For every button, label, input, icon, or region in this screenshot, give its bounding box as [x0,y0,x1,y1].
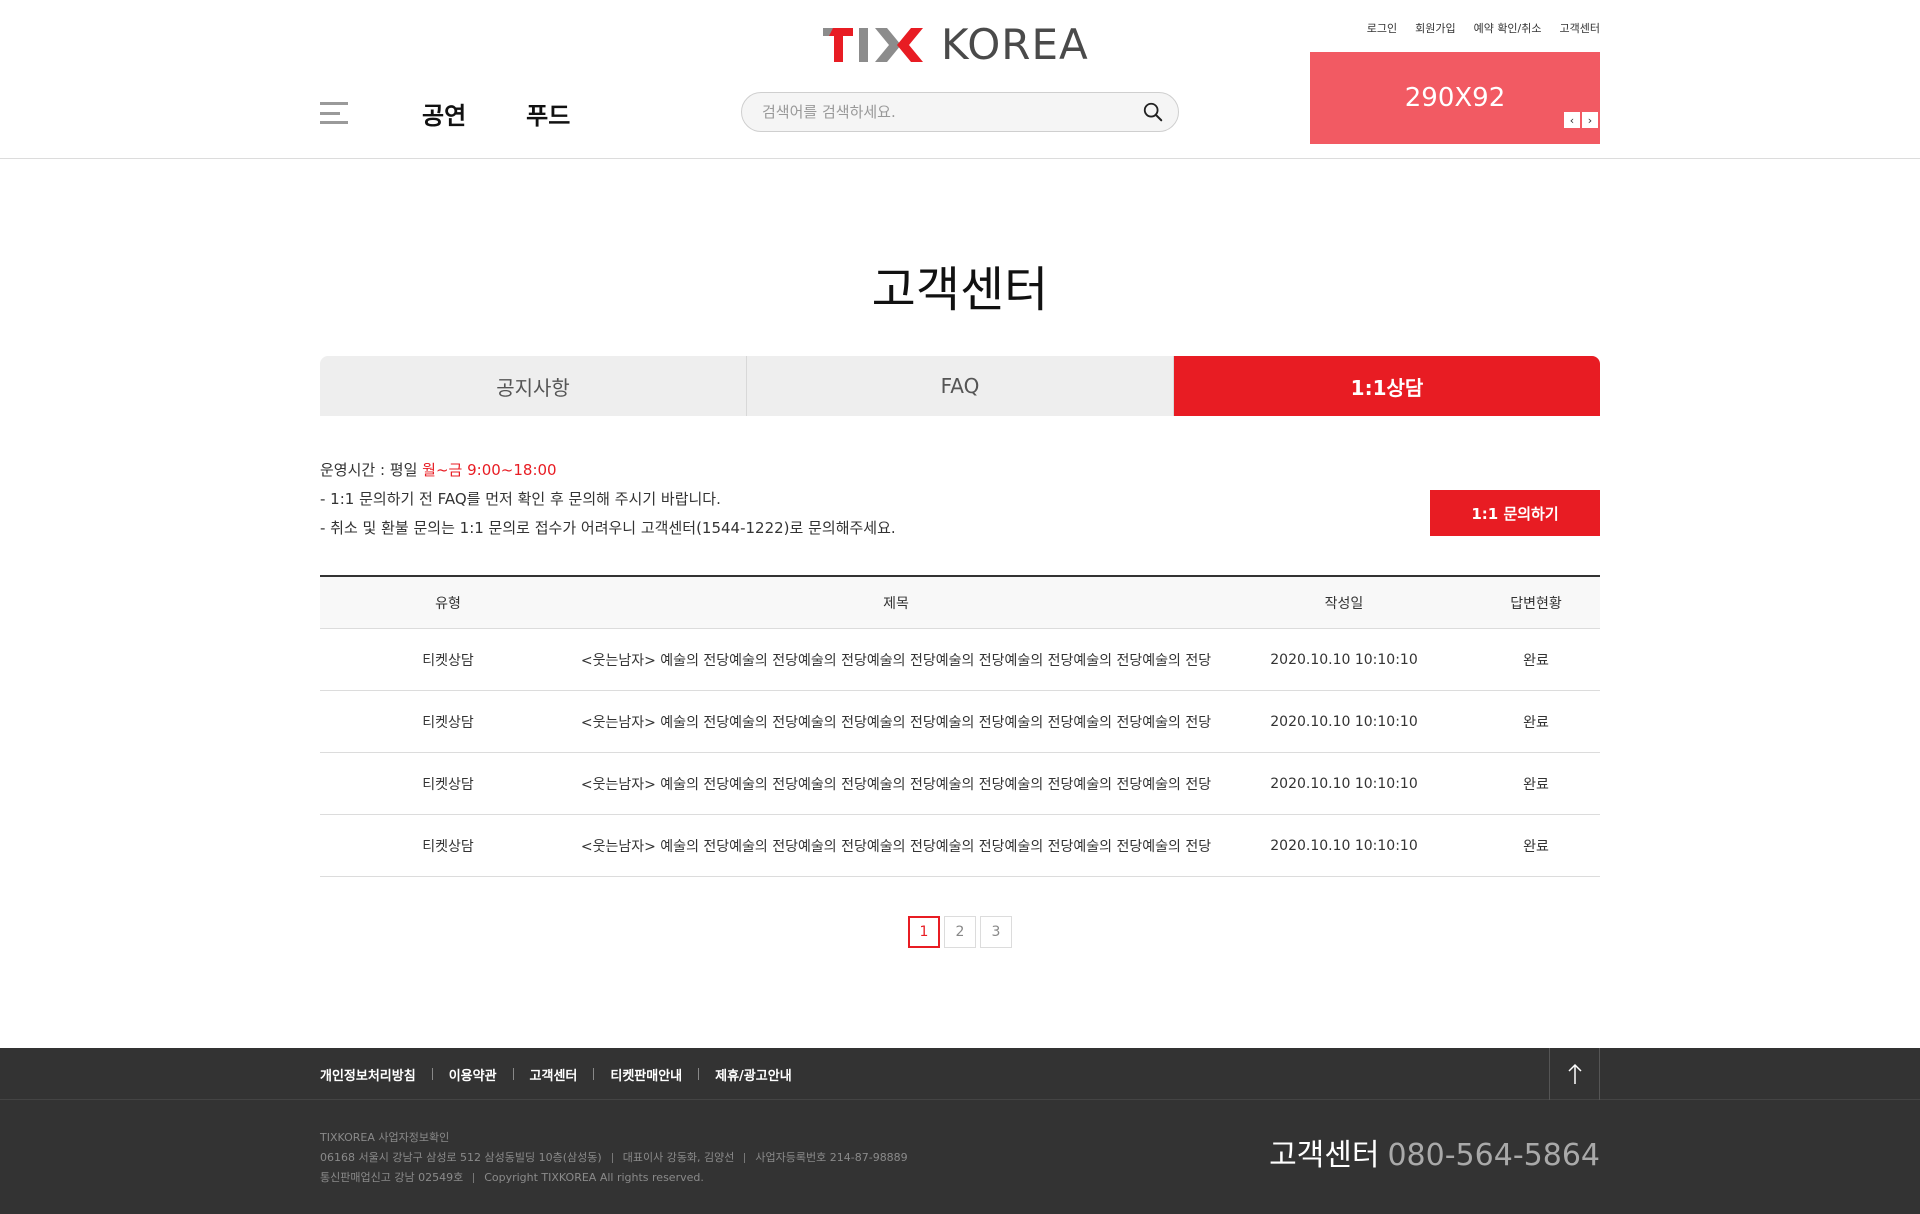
page-2-button[interactable]: 2 [944,916,976,948]
footer-links: 개인정보처리방침 이용약관 고객센터 티켓판매안내 제휴/광고안내 [320,1048,792,1100]
company-biz-no: 사업자등록번호 214-87-98889 [755,1151,908,1164]
footer-info: TIXKOREA 사업자정보확인 06168 서울시 강남구 삼성로 512 삼… [0,1100,1920,1214]
table-row[interactable]: 티켓상담 <웃는남자> 예술의 전당예술의 전당예술의 전당예술의 전당예술의 … [320,753,1600,815]
company-info: TIXKOREA 사업자정보확인 06168 서울시 강남구 삼성로 512 삼… [320,1128,908,1188]
col-date-header: 작성일 [1324,595,1364,612]
row-status: 완료 [1523,776,1549,793]
pagination: 1 2 3 [908,916,1012,948]
nav-food[interactable]: 푸드 [526,96,570,131]
operating-hours: 운영시간 : 평일 월~금 9:00~18:00 [320,456,896,485]
row-status: 완료 [1523,714,1549,731]
hours-value: 월~금 9:00~18:00 [422,461,557,479]
support-tabs: 공지사항 FAQ 1:1상담 [320,356,1600,416]
row-status: 완료 [1523,838,1549,855]
scroll-top-button[interactable] [1549,1048,1600,1100]
row-status: 완료 [1523,652,1549,669]
row-title[interactable]: <웃는남자> 예술의 전당예술의 전당예술의 전당예술의 전당예술의 전당예술의… [576,836,1216,856]
row-type: 티켓상담 [422,776,474,793]
company-ceo: 대표이사 강동화, 김양선 [622,1151,735,1164]
table-row[interactable]: 티켓상담 <웃는남자> 예술의 전당예술의 전당예술의 전당예술의 전당예술의 … [320,629,1600,691]
copyright: Copyright TIXKOREA All rights reserved. [484,1171,704,1184]
banner-text: 290X92 [1404,83,1506,113]
company-address: 06168 서울시 강남구 삼성로 512 삼성동빌딩 10층(삼성동) [320,1151,602,1164]
banner-nav: ‹ › [1564,112,1598,128]
utility-links: 로그인 회원가입 예약 확인/취소 고객센터 [1367,20,1600,36]
signup-link[interactable]: 회원가입 [1415,20,1455,36]
inquiry-table: 유형 제목 작성일 답변현황 티켓상담 <웃는남자> 예술의 전당예술의 전당예… [320,575,1600,877]
table-row[interactable]: 티켓상담 <웃는남자> 예술의 전당예술의 전당예술의 전당예술의 전당예술의 … [320,691,1600,753]
tab-faq[interactable]: FAQ [747,356,1174,416]
nav-performance[interactable]: 공연 [422,96,466,131]
page-title: 고객센터 [871,262,1049,318]
tixkorea-logo[interactable]: KOREA [823,24,1089,66]
row-title[interactable]: <웃는남자> 예술의 전당예술의 전당예술의 전당예술의 전당예술의 전당예술의… [576,650,1216,670]
arrow-up-icon [1567,1063,1582,1084]
customer-center-phone: 고객센터 080-564-5864 [1269,1130,1600,1174]
new-inquiry-button[interactable]: 1:1 문의하기 [1430,490,1600,536]
footer-link-privacy[interactable]: 개인정보처리방침 [320,1065,416,1084]
search-input[interactable] [762,103,1142,121]
page-3-button[interactable]: 3 [980,916,1012,948]
tix-logo-mark [823,28,923,62]
row-date: 2020.10.10 10:10:10 [1270,775,1418,792]
col-type-header: 유형 [435,595,461,612]
col-status-header: 답변현황 [1510,595,1562,612]
search-icon[interactable] [1142,101,1164,123]
table-header: 유형 제목 작성일 답변현황 [320,577,1600,629]
footer-nav-bar: 개인정보처리방침 이용약관 고객센터 티켓판매안내 제휴/광고안내 [0,1048,1920,1100]
row-type: 티켓상담 [422,838,474,855]
inquiry-info: 운영시간 : 평일 월~금 9:00~18:00 - 1:1 문의하기 전 FA… [320,456,896,543]
row-type: 티켓상담 [422,652,474,669]
company-title: TIXKOREA 사업자정보확인 [320,1131,450,1144]
footer-link-ticket-guide[interactable]: 티켓판매안내 [610,1065,682,1084]
row-date: 2020.10.10 10:10:10 [1270,651,1418,668]
row-date: 2020.10.10 10:10:10 [1270,713,1418,730]
ad-banner[interactable]: 290X92 ‹ › [1310,52,1600,144]
table-row[interactable]: 티켓상담 <웃는남자> 예술의 전당예술의 전당예술의 전당예술의 전당예술의 … [320,815,1600,877]
footer-link-partnership[interactable]: 제휴/광고안내 [715,1065,792,1084]
reservation-link[interactable]: 예약 확인/취소 [1474,20,1542,36]
login-link[interactable]: 로그인 [1367,20,1397,36]
site-header: KOREA 로그인 회원가입 예약 확인/취소 고객센터 290X92 ‹ › … [0,0,1920,159]
info-line-refund: - 취소 및 환불 문의는 1:1 문의로 접수가 어려우니 고객센터(1544… [320,519,896,537]
search-bar [741,92,1179,132]
col-title-header: 제목 [883,595,909,612]
banner-prev-button[interactable]: ‹ [1564,112,1580,128]
main-nav: 공연 푸드 [422,96,570,131]
row-title[interactable]: <웃는남자> 예술의 전당예술의 전당예술의 전당예술의 전당예술의 전당예술의… [576,774,1216,794]
cs-label: 고객센터 [1269,1138,1380,1173]
page-1-button[interactable]: 1 [908,916,940,948]
banner-next-button[interactable]: › [1582,112,1598,128]
customer-center-link[interactable]: 고객센터 [1560,20,1600,36]
cs-phone: 080-564-5864 [1387,1138,1600,1173]
tab-inquiry[interactable]: 1:1상담 [1174,356,1600,416]
footer-link-terms[interactable]: 이용약관 [449,1065,497,1084]
tab-notice[interactable]: 공지사항 [320,356,747,416]
info-line-faq: - 1:1 문의하기 전 FAQ를 먼저 확인 후 문의해 주시기 바랍니다. [320,490,721,508]
row-type: 티켓상담 [422,714,474,731]
menu-icon[interactable] [320,102,348,124]
row-title[interactable]: <웃는남자> 예술의 전당예술의 전당예술의 전당예술의 전당예술의 전당예술의… [576,712,1216,732]
hours-label: 운영시간 : 평일 [320,461,423,479]
logo-word: KOREA [941,20,1089,69]
company-mail-order: 통신판매업신고 강남 02549호 [320,1171,464,1184]
footer-link-customer-center[interactable]: 고객센터 [530,1065,578,1084]
row-date: 2020.10.10 10:10:10 [1270,837,1418,854]
